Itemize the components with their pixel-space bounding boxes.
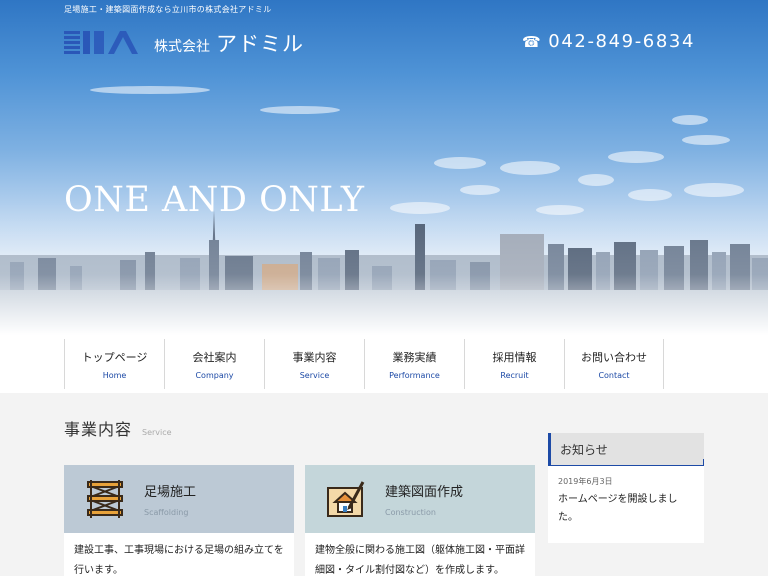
nav-item-sublabel: Home (102, 370, 127, 380)
card-subtitle: Construction (385, 508, 436, 517)
card-description: 建設工事、工事現場における足場の組み立てを行います。 (74, 545, 284, 576)
nav-item-contact[interactable]: お問い合わせ Contact (564, 339, 664, 389)
news-header: お知らせ (548, 433, 704, 466)
nav-item-label: 業務実績 (392, 350, 437, 364)
hero-banner: 足場施工・建築図面作成なら立川市の株式会社アドミル 株式会社 アドミル ☎ 04… (0, 0, 768, 335)
service-card-scaffolding[interactable]: 足場施工 Scaffolding 建設工事、工事現場における足場の組み立てを行い… (64, 465, 294, 576)
nav-item-company[interactable]: 会社案内 Company (164, 339, 264, 389)
card-subtitle: Scaffolding (144, 508, 189, 517)
nav-item-sublabel: Performance (389, 370, 440, 380)
news-item-link[interactable]: ホームページを開設しました。 (558, 491, 694, 527)
company-logo[interactable]: 株式会社 アドミル (64, 28, 304, 58)
nav-item-recruit[interactable]: 採用情報 Recruit (464, 339, 564, 389)
phone-icon: ☎ (522, 32, 543, 51)
logo-company-name: アドミル (216, 32, 304, 56)
nav-item-label: 採用情報 (492, 350, 537, 364)
logo-corp-label: 株式会社 (154, 39, 210, 55)
site-tagline: 足場施工・建築図面作成なら立川市の株式会社アドミル (64, 5, 272, 14)
section-title: 事業内容 Service (64, 416, 172, 440)
card-title: 足場施工 (144, 485, 197, 500)
nav-item-service[interactable]: 事業内容 Service (264, 339, 364, 389)
nav-item-performance[interactable]: 業務実績 Performance (364, 339, 464, 389)
card-title: 建築図面作成 (385, 485, 464, 500)
news-panel: お知らせ 2019年6月3日 ホームページを開設しました。 (548, 433, 704, 543)
global-navigation: トップページ Home 会社案内 Company 事業内容 Service 業務… (0, 335, 768, 393)
nav-item-label: お問い合わせ (581, 350, 647, 364)
service-card-construction[interactable]: 建築図面作成 Construction 建物全般に関わる施工図（躯体施工図・平面… (305, 465, 535, 576)
scaffold-icon (87, 480, 123, 518)
nav-item-home[interactable]: トップページ Home (64, 339, 164, 389)
nav-item-label: トップページ (81, 350, 148, 364)
nav-item-sublabel: Service (299, 370, 330, 380)
news-date: 2019年6月3日 (558, 477, 613, 486)
phone-number-text: 042-849-6834 (548, 31, 696, 52)
news-title: お知らせ (560, 442, 608, 457)
nav-item-sublabel: Company (195, 370, 234, 380)
nav-item-sublabel: Recruit (500, 370, 529, 380)
section-subtitle-text: Service (142, 428, 172, 437)
corner-mark-icon (698, 459, 704, 465)
nav-item-label: 事業内容 (292, 350, 337, 364)
blueprint-icon (327, 481, 365, 517)
card-description: 建物全般に関わる施工図（躯体施工図・平面詳細図・タイル割付図など）を作成します。 (315, 545, 525, 576)
nav-item-sublabel: Contact (598, 370, 630, 380)
logo-mark-icon (64, 31, 138, 54)
city-skyline (0, 200, 768, 335)
section-title-text: 事業内容 (64, 420, 133, 439)
nav-item-label: 会社案内 (192, 350, 237, 364)
phone-number[interactable]: ☎ 042-849-6834 (522, 31, 695, 52)
